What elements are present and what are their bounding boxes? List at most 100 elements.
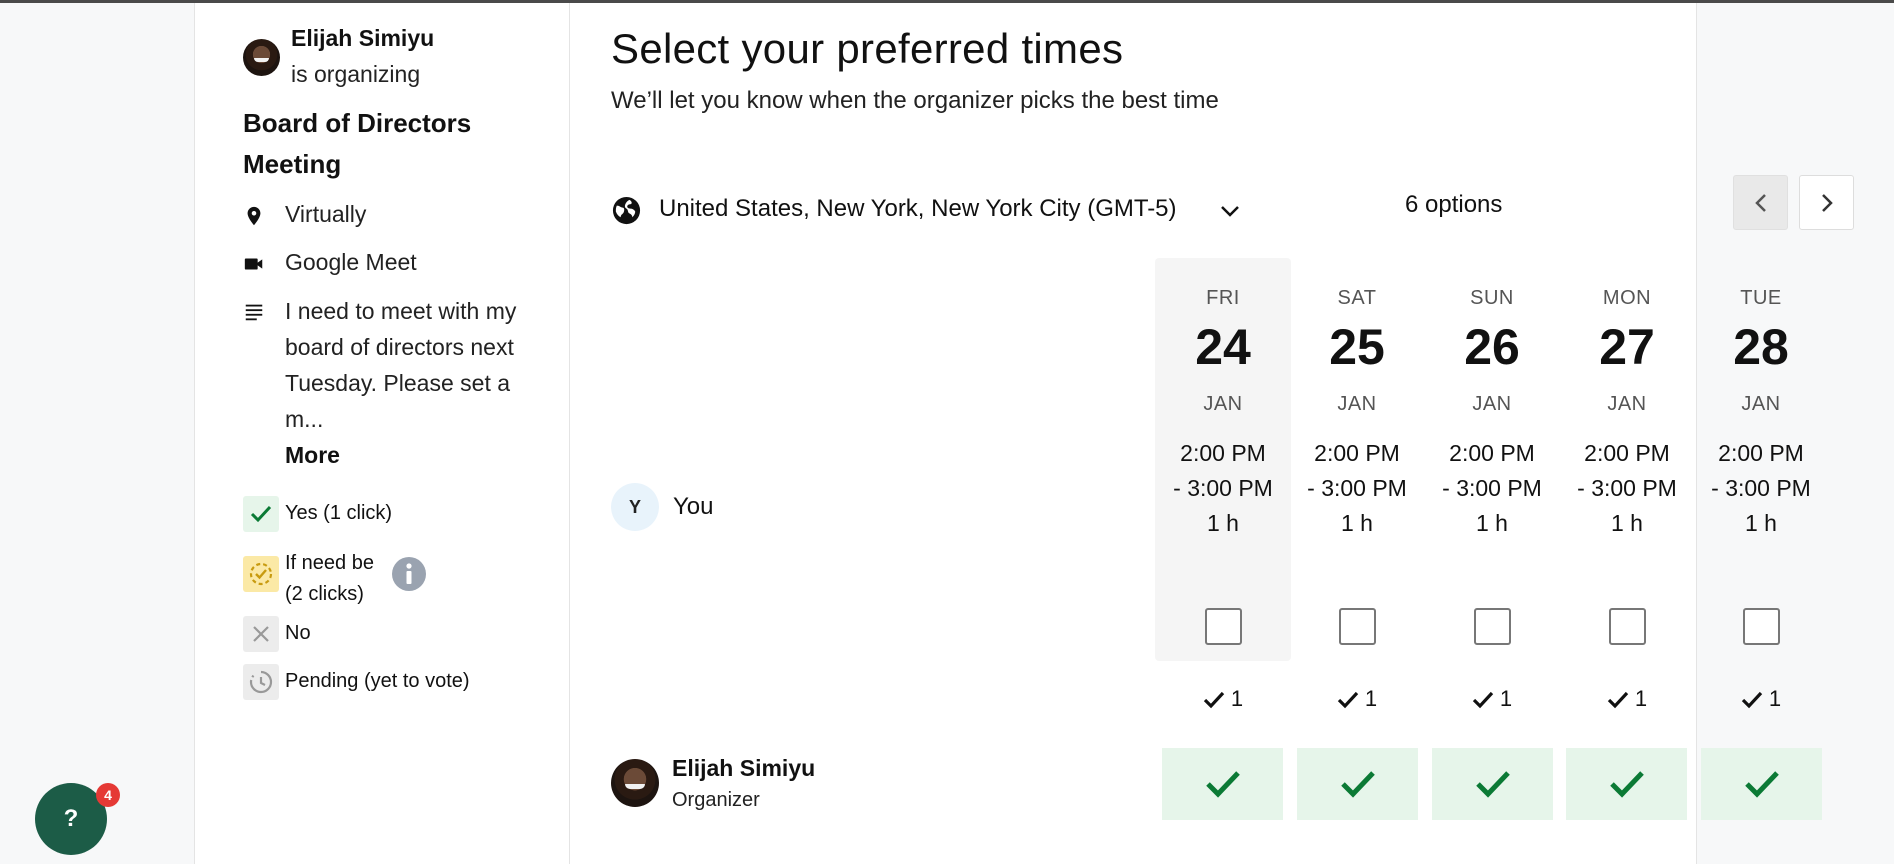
vote-count-value: 1 bbox=[1634, 686, 1648, 711]
option-end-time: - 3:00 PM bbox=[1577, 475, 1677, 501]
option-day-number: 27 bbox=[1599, 319, 1655, 375]
check-icon bbox=[1607, 691, 1629, 709]
time-selection-panel: Select your preferred times We’ll let yo… bbox=[571, 3, 1854, 864]
time-option-column: MON 27 JAN 2:00 PM - 3:00 PM 1 h bbox=[1559, 258, 1695, 661]
option-day-number: 25 bbox=[1329, 319, 1385, 375]
organizer-name: Elijah Simiyu bbox=[291, 25, 435, 51]
option-duration: 1 h bbox=[1611, 510, 1643, 536]
event-description: I need to meet with my board of director… bbox=[285, 293, 545, 473]
organizer-vote-yes bbox=[1701, 748, 1822, 820]
option-end-time: - 3:00 PM bbox=[1711, 475, 1811, 501]
option-start-time: 2:00 PM bbox=[1718, 440, 1804, 466]
option-end-time: - 3:00 PM bbox=[1307, 475, 1407, 501]
info-icon[interactable] bbox=[391, 556, 427, 592]
check-icon bbox=[1472, 691, 1494, 709]
option-duration: 1 h bbox=[1476, 510, 1508, 536]
option-day-number: 28 bbox=[1733, 319, 1789, 375]
poll-page: Elijah Simiyu is organizing Board of Dir… bbox=[194, 3, 1854, 864]
organizer-row-role: Organizer bbox=[672, 789, 760, 811]
vote-count-value: 1 bbox=[1768, 686, 1782, 711]
conferencing-label: Google Meet bbox=[285, 249, 417, 275]
page-title: Select your preferred times bbox=[611, 25, 1124, 72]
organizer-vote-yes bbox=[1566, 748, 1687, 820]
check-icon bbox=[1337, 691, 1359, 709]
option-day-of-week: TUE bbox=[1740, 287, 1782, 309]
option-time-range: 2:00 PM - 3:00 PM 1 h bbox=[1155, 436, 1291, 541]
time-option-column: SUN 26 JAN 2:00 PM - 3:00 PM 1 h bbox=[1424, 258, 1560, 661]
check-icon bbox=[1475, 771, 1510, 798]
time-option-column: SAT 25 JAN 2:00 PM - 3:00 PM 1 h bbox=[1289, 258, 1425, 661]
page-subtitle: We’ll let you know when the organizer pi… bbox=[611, 87, 1219, 114]
time-option-column: FRI 24 JAN 2:00 PM - 3:00 PM 1 h bbox=[1155, 258, 1291, 661]
organizer-status: is organizing bbox=[291, 61, 421, 87]
check-icon bbox=[1609, 771, 1644, 798]
more-link[interactable]: More bbox=[285, 437, 545, 473]
location-label: Virtually bbox=[285, 201, 367, 227]
option-start-time: 2:00 PM bbox=[1584, 440, 1670, 466]
vote-count: 1 bbox=[1155, 686, 1291, 712]
pending-clock-icon bbox=[243, 664, 279, 700]
vote-count: 1 bbox=[1289, 686, 1425, 712]
yes-check-icon bbox=[243, 496, 279, 532]
vote-count: 1 bbox=[1693, 686, 1829, 712]
globe-icon bbox=[612, 196, 641, 225]
option-start-time: 2:00 PM bbox=[1180, 440, 1266, 466]
next-options-button[interactable] bbox=[1799, 175, 1854, 230]
options-count: 6 options bbox=[1405, 191, 1503, 218]
organizer-row-name: Elijah Simiyu bbox=[672, 755, 816, 781]
vote-checkbox[interactable] bbox=[1339, 608, 1376, 645]
legend-yes-label: Yes (1 click) bbox=[285, 502, 393, 524]
option-duration: 1 h bbox=[1207, 510, 1239, 536]
event-details-panel: Elijah Simiyu is organizing Board of Dir… bbox=[195, 3, 570, 864]
vote-checkbox[interactable] bbox=[1609, 608, 1646, 645]
check-icon bbox=[1744, 771, 1779, 798]
legend-no-label: No bbox=[285, 622, 311, 644]
vote-count-value: 1 bbox=[1499, 686, 1513, 711]
option-time-range: 2:00 PM - 3:00 PM 1 h bbox=[1424, 436, 1560, 541]
time-option-column: TUE 28 JAN 2:00 PM - 3:00 PM 1 h bbox=[1693, 258, 1829, 661]
user-label: You bbox=[673, 493, 714, 520]
option-month: JAN bbox=[1203, 393, 1243, 415]
option-start-time: 2:00 PM bbox=[1449, 440, 1535, 466]
notes-icon bbox=[245, 304, 263, 321]
user-avatar: Y bbox=[611, 483, 659, 531]
option-end-time: - 3:00 PM bbox=[1173, 475, 1273, 501]
description-text: I need to meet with my board of director… bbox=[285, 298, 517, 432]
organizer-vote-yes bbox=[1297, 748, 1418, 820]
no-x-icon bbox=[243, 616, 279, 652]
organizer-avatar bbox=[243, 39, 280, 76]
previous-options-button[interactable] bbox=[1733, 175, 1788, 230]
video-camera-icon bbox=[244, 258, 263, 270]
option-end-time: - 3:00 PM bbox=[1442, 475, 1542, 501]
option-month: JAN bbox=[1607, 393, 1647, 415]
organizer-vote-yes bbox=[1432, 748, 1553, 820]
option-day-of-week: FRI bbox=[1206, 287, 1240, 309]
vote-checkbox[interactable] bbox=[1743, 608, 1780, 645]
check-icon bbox=[1203, 691, 1225, 709]
chevron-left-icon bbox=[1754, 193, 1766, 212]
vote-count: 1 bbox=[1559, 686, 1695, 712]
if-need-be-icon bbox=[243, 556, 279, 592]
vote-count: 1 bbox=[1424, 686, 1560, 712]
help-notification-badge: 4 bbox=[96, 783, 120, 807]
chevron-right-icon bbox=[1821, 193, 1833, 212]
timezone-label: United States, New York, New York City (… bbox=[659, 195, 1177, 222]
check-icon bbox=[1205, 771, 1240, 798]
check-icon bbox=[1340, 771, 1375, 798]
option-time-range: 2:00 PM - 3:00 PM 1 h bbox=[1289, 436, 1425, 541]
vote-checkbox[interactable] bbox=[1205, 608, 1242, 645]
vote-checkbox[interactable] bbox=[1474, 608, 1511, 645]
organizer-vote-yes bbox=[1162, 748, 1283, 820]
chevron-down-icon bbox=[1221, 206, 1239, 217]
option-day-of-week: SAT bbox=[1337, 287, 1377, 309]
option-day-of-week: SUN bbox=[1470, 287, 1514, 309]
vote-count-value: 1 bbox=[1230, 686, 1244, 711]
option-day-of-week: MON bbox=[1602, 287, 1652, 309]
vote-count-value: 1 bbox=[1364, 686, 1378, 711]
option-day-number: 26 bbox=[1464, 319, 1520, 375]
event-title: Board of Directors Meeting bbox=[243, 108, 472, 179]
option-start-time: 2:00 PM bbox=[1314, 440, 1400, 466]
option-day-number: 24 bbox=[1195, 319, 1251, 375]
option-month: JAN bbox=[1472, 393, 1512, 415]
option-month: JAN bbox=[1337, 393, 1377, 415]
